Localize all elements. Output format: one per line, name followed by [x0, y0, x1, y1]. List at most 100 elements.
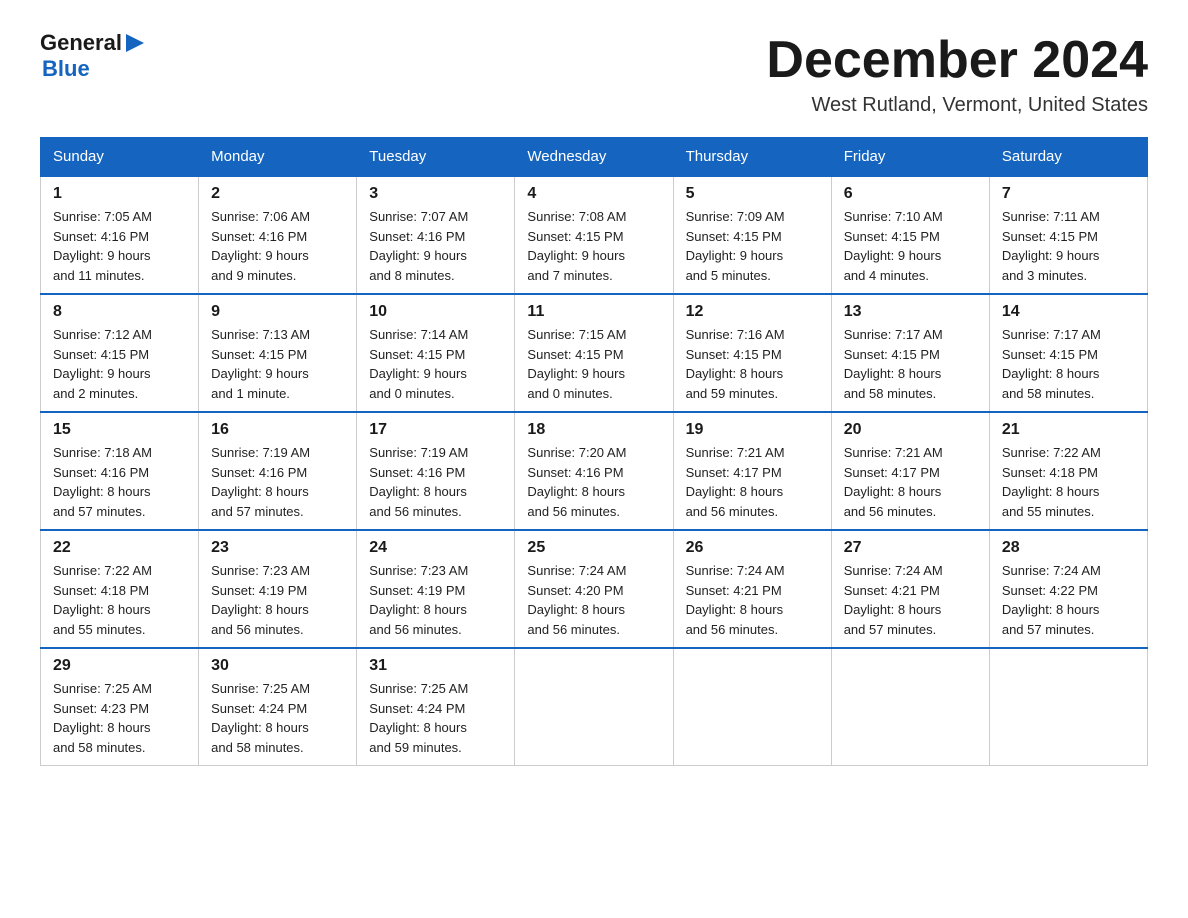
day-info: Sunrise: 7:08 AMSunset: 4:15 PMDaylight:… [527, 207, 660, 285]
day-number: 6 [844, 185, 977, 203]
logo: General Blue [40, 30, 146, 82]
day-info: Sunrise: 7:05 AMSunset: 4:16 PMDaylight:… [53, 207, 186, 285]
page-header: General Blue December 2024 West Rutland,… [40, 30, 1148, 117]
header-sunday: Sunday [41, 138, 199, 177]
calendar-cell: 21Sunrise: 7:22 AMSunset: 4:18 PMDayligh… [989, 412, 1147, 530]
header-tuesday: Tuesday [357, 138, 515, 177]
day-info: Sunrise: 7:18 AMSunset: 4:16 PMDaylight:… [53, 443, 186, 521]
week-row-5: 29 Sunrise: 7:25 AMSunset: 4:23 PMDayligh… [41, 648, 1148, 766]
day-number: 17 [369, 421, 502, 439]
day-number: 26 [686, 539, 819, 557]
day-number: 25 [527, 539, 660, 557]
day-info: Sunrise: 7:13 AMSunset: 4:15 PMDaylight:… [211, 325, 344, 403]
calendar-cell: 23 Sunrise: 7:23 AMSunset: 4:19 PMDayligh… [199, 530, 357, 648]
day-number: 2 [211, 185, 344, 203]
day-number: 15 [53, 421, 186, 439]
day-info: Sunrise: 7:23 AMSunset: 4:19 PMDaylight:… [369, 561, 502, 639]
day-info: Sunrise: 7:24 AMSunset: 4:20 PMDaylight:… [527, 561, 660, 639]
day-number: 8 [53, 303, 186, 321]
day-number: 1 [53, 185, 186, 203]
calendar-cell [989, 648, 1147, 766]
calendar-table: Sunday Monday Tuesday Wednesday Thursday… [40, 137, 1148, 766]
week-row-3: 15 Sunrise: 7:18 AMSunset: 4:16 PMDayligh… [41, 412, 1148, 530]
day-info: Sunrise: 7:24 AMSunset: 4:21 PMDaylight:… [686, 561, 819, 639]
day-number: 23 [211, 539, 344, 557]
day-number: 20 [844, 421, 977, 439]
week-row-1: 1 Sunrise: 7:05 AMSunset: 4:16 PMDaylight… [41, 176, 1148, 294]
week-row-2: 8 Sunrise: 7:12 AMSunset: 4:15 PMDaylight… [41, 294, 1148, 412]
day-info: Sunrise: 7:11 AMSunset: 4:15 PMDaylight:… [1002, 207, 1135, 285]
calendar-cell: 22Sunrise: 7:22 AMSunset: 4:18 PMDayligh… [41, 530, 199, 648]
title-area: December 2024 West Rutland, Vermont, Uni… [766, 30, 1148, 117]
day-info: Sunrise: 7:14 AMSunset: 4:15 PMDaylight:… [369, 325, 502, 403]
calendar-cell: 11 Sunrise: 7:15 AMSunset: 4:15 PMDayligh… [515, 294, 673, 412]
logo-blue-text: Blue [42, 56, 90, 81]
calendar-cell: 25 Sunrise: 7:24 AMSunset: 4:20 PMDayligh… [515, 530, 673, 648]
day-number: 12 [686, 303, 819, 321]
day-info: Sunrise: 7:19 AMSunset: 4:16 PMDaylight:… [211, 443, 344, 521]
day-number: 7 [1002, 185, 1135, 203]
calendar-cell: 28Sunrise: 7:24 AMSunset: 4:22 PMDayligh… [989, 530, 1147, 648]
day-number: 18 [527, 421, 660, 439]
day-info: Sunrise: 7:17 AMSunset: 4:15 PMDaylight:… [844, 325, 977, 403]
day-info: Sunrise: 7:15 AMSunset: 4:15 PMDaylight:… [527, 325, 660, 403]
calendar-cell: 18 Sunrise: 7:20 AMSunset: 4:16 PMDayligh… [515, 412, 673, 530]
day-info: Sunrise: 7:21 AMSunset: 4:17 PMDaylight:… [686, 443, 819, 521]
day-number: 16 [211, 421, 344, 439]
day-info: Sunrise: 7:16 AMSunset: 4:15 PMDaylight:… [686, 325, 819, 403]
day-info: Sunrise: 7:25 AMSunset: 4:24 PMDaylight:… [211, 679, 344, 757]
day-number: 31 [369, 657, 502, 675]
calendar-cell: 31Sunrise: 7:25 AMSunset: 4:24 PMDayligh… [357, 648, 515, 766]
calendar-cell: 19 Sunrise: 7:21 AMSunset: 4:17 PMDayligh… [673, 412, 831, 530]
day-info: Sunrise: 7:23 AMSunset: 4:19 PMDaylight:… [211, 561, 344, 639]
day-info: Sunrise: 7:21 AMSunset: 4:17 PMDaylight:… [844, 443, 977, 521]
calendar-cell: 12 Sunrise: 7:16 AMSunset: 4:15 PMDayligh… [673, 294, 831, 412]
calendar-cell: 7 Sunrise: 7:11 AMSunset: 4:15 PMDaylight… [989, 176, 1147, 294]
day-number: 30 [211, 657, 344, 675]
header-wednesday: Wednesday [515, 138, 673, 177]
day-info: Sunrise: 7:19 AMSunset: 4:16 PMDaylight:… [369, 443, 502, 521]
calendar-cell: 10 Sunrise: 7:14 AMSunset: 4:15 PMDayligh… [357, 294, 515, 412]
day-number: 3 [369, 185, 502, 203]
calendar-cell [673, 648, 831, 766]
day-info: Sunrise: 7:09 AMSunset: 4:15 PMDaylight:… [686, 207, 819, 285]
day-info: Sunrise: 7:06 AMSunset: 4:16 PMDaylight:… [211, 207, 344, 285]
header-thursday: Thursday [673, 138, 831, 177]
calendar-cell: 3Sunrise: 7:07 AMSunset: 4:16 PMDaylight… [357, 176, 515, 294]
day-number: 14 [1002, 303, 1135, 321]
calendar-cell: 27Sunrise: 7:24 AMSunset: 4:21 PMDayligh… [831, 530, 989, 648]
day-number: 10 [369, 303, 502, 321]
week-row-4: 22Sunrise: 7:22 AMSunset: 4:18 PMDayligh… [41, 530, 1148, 648]
day-number: 13 [844, 303, 977, 321]
day-info: Sunrise: 7:12 AMSunset: 4:15 PMDaylight:… [53, 325, 186, 403]
calendar-cell: 24 Sunrise: 7:23 AMSunset: 4:19 PMDayligh… [357, 530, 515, 648]
calendar-cell: 30 Sunrise: 7:25 AMSunset: 4:24 PMDayligh… [199, 648, 357, 766]
day-info: Sunrise: 7:10 AMSunset: 4:15 PMDaylight:… [844, 207, 977, 285]
calendar-cell: 29 Sunrise: 7:25 AMSunset: 4:23 PMDayligh… [41, 648, 199, 766]
calendar-cell: 5Sunrise: 7:09 AMSunset: 4:15 PMDaylight… [673, 176, 831, 294]
calendar-cell: 13 Sunrise: 7:17 AMSunset: 4:15 PMDayligh… [831, 294, 989, 412]
day-info: Sunrise: 7:17 AMSunset: 4:15 PMDaylight:… [1002, 325, 1135, 403]
calendar-cell: 9Sunrise: 7:13 AMSunset: 4:15 PMDaylight… [199, 294, 357, 412]
day-number: 24 [369, 539, 502, 557]
calendar-cell: 6 Sunrise: 7:10 AMSunset: 4:15 PMDaylight… [831, 176, 989, 294]
calendar-cell: 2 Sunrise: 7:06 AMSunset: 4:16 PMDaylight… [199, 176, 357, 294]
day-number: 21 [1002, 421, 1135, 439]
header-monday: Monday [199, 138, 357, 177]
day-info: Sunrise: 7:25 AMSunset: 4:23 PMDaylight:… [53, 679, 186, 757]
day-info: Sunrise: 7:20 AMSunset: 4:16 PMDaylight:… [527, 443, 660, 521]
calendar-cell: 20 Sunrise: 7:21 AMSunset: 4:17 PMDayligh… [831, 412, 989, 530]
month-year-title: December 2024 [766, 30, 1148, 90]
day-number: 27 [844, 539, 977, 557]
day-number: 29 [53, 657, 186, 675]
day-info: Sunrise: 7:22 AMSunset: 4:18 PMDaylight:… [53, 561, 186, 639]
day-number: 4 [527, 185, 660, 203]
calendar-cell: 1 Sunrise: 7:05 AMSunset: 4:16 PMDaylight… [41, 176, 199, 294]
header-friday: Friday [831, 138, 989, 177]
location-subtitle: West Rutland, Vermont, United States [766, 94, 1148, 117]
day-number: 11 [527, 303, 660, 321]
calendar-cell: 15 Sunrise: 7:18 AMSunset: 4:16 PMDayligh… [41, 412, 199, 530]
logo-general-text: General [40, 30, 122, 56]
day-number: 19 [686, 421, 819, 439]
calendar-cell: 17 Sunrise: 7:19 AMSunset: 4:16 PMDayligh… [357, 412, 515, 530]
